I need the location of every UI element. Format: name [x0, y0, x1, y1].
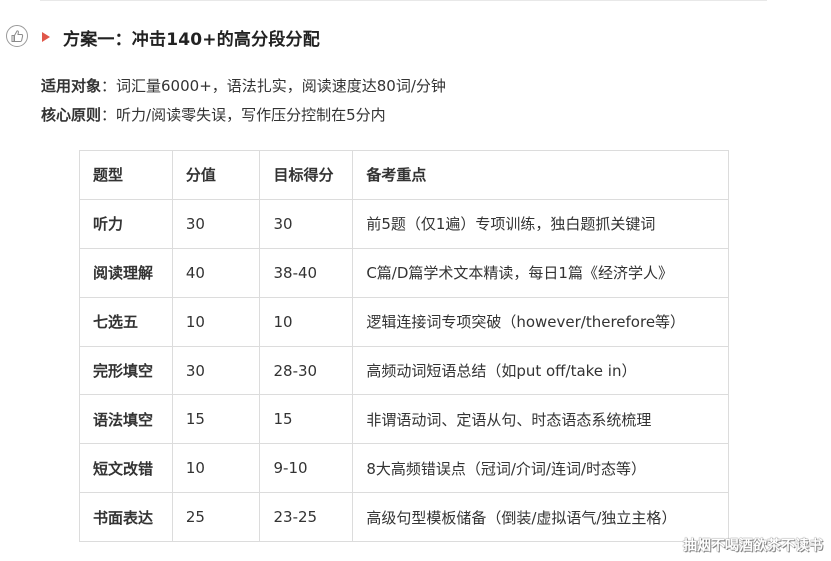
cell-focus: 高级句型模板储备（倒装/虚拟语气/独立主格） — [352, 492, 729, 543]
cell-target: 38-40 — [259, 247, 354, 298]
section-title: 方案一：冲击140+的高分段分配 — [63, 29, 320, 50]
cell-target: 10 — [259, 296, 354, 347]
cell-type: 阅读理解 — [79, 247, 173, 298]
thumbs-up-icon[interactable] — [6, 25, 28, 47]
target-audience-label: 适用对象 — [41, 77, 102, 95]
cell-score: 25 — [171, 492, 261, 543]
cell-focus: 8大高频错误点（冠词/介词/连词/时态等） — [352, 443, 729, 494]
table-row: 书面表达 25 23-25 高级句型模板储备（倒装/虚拟语气/独立主格） — [79, 492, 729, 543]
cell-score: 40 — [171, 247, 261, 298]
top-divider — [40, 0, 767, 1]
cell-type: 七选五 — [79, 296, 173, 347]
header-focus: 备考重点 — [352, 150, 729, 200]
cell-focus: 逻辑连接词专项突破（however/therefore等） — [352, 296, 729, 347]
cell-score: 30 — [171, 345, 261, 396]
cell-target: 28-30 — [259, 345, 354, 396]
thumbs-up-glyph — [11, 30, 24, 42]
core-principle-label: 核心原则 — [41, 106, 102, 124]
header-score: 分值 — [171, 150, 261, 200]
target-audience-text: ：词汇量6000+，语法扎实，阅读速度达80词/分钟 — [101, 77, 446, 95]
table-row: 完形填空 30 28-30 高频动词短语总结（如put off/take in） — [79, 345, 729, 396]
article-section: 方案一：冲击140+的高分段分配 适用对象：词汇量6000+，语法扎实，阅读速度… — [0, 0, 831, 561]
cell-target: 15 — [259, 394, 354, 445]
cell-target: 9-10 — [259, 443, 354, 494]
header-type: 题型 — [79, 150, 173, 200]
cell-score: 30 — [171, 198, 261, 249]
table-header-row: 题型 分值 目标得分 备考重点 — [79, 150, 729, 200]
table-row: 语法填空 15 15 非谓语动词、定语从句、时态语态系统梳理 — [79, 394, 729, 445]
triangle-right-icon — [42, 32, 50, 42]
table-row: 短文改错 10 9-10 8大高频错误点（冠词/介词/连词/时态等） — [79, 443, 729, 494]
core-principle-line: 核心原则：听力/阅读零失误，写作压分控制在5分内 — [41, 104, 386, 125]
cell-focus: 高频动词短语总结（如put off/take in） — [352, 345, 729, 396]
cell-target: 30 — [259, 198, 354, 249]
cell-type: 听力 — [79, 198, 173, 249]
author-watermark: 抽烟不喝酒欲茶不读书 — [683, 538, 823, 554]
cell-focus: C篇/D篇学术文本精读，每日1篇《经济学人》 — [352, 247, 729, 298]
cell-score: 10 — [171, 443, 261, 494]
cell-focus: 前5题（仅1遍）专项训练，独白题抓关键词 — [352, 198, 729, 249]
cell-type: 书面表达 — [79, 492, 173, 543]
cell-type: 完形填空 — [79, 345, 173, 396]
score-plan-table: 题型 分值 目标得分 备考重点 听力 30 30 前5题（仅1遍）专项训练，独白… — [79, 150, 729, 543]
header-target: 目标得分 — [259, 150, 354, 200]
cell-focus: 非谓语动词、定语从句、时态语态系统梳理 — [352, 394, 729, 445]
cell-score: 15 — [171, 394, 261, 445]
cell-target: 23-25 — [259, 492, 354, 543]
table-row: 七选五 10 10 逻辑连接词专项突破（however/therefore等） — [79, 296, 729, 347]
table-row: 听力 30 30 前5题（仅1遍）专项训练，独白题抓关键词 — [79, 198, 729, 249]
cell-type: 语法填空 — [79, 394, 173, 445]
cell-type: 短文改错 — [79, 443, 173, 494]
core-principle-text: ：听力/阅读零失误，写作压分控制在5分内 — [101, 106, 386, 124]
cell-score: 10 — [171, 296, 261, 347]
table-row: 阅读理解 40 38-40 C篇/D篇学术文本精读，每日1篇《经济学人》 — [79, 247, 729, 298]
section-heading: 方案一：冲击140+的高分段分配 — [42, 24, 320, 50]
target-audience-line: 适用对象：词汇量6000+，语法扎实，阅读速度达80词/分钟 — [41, 75, 446, 96]
